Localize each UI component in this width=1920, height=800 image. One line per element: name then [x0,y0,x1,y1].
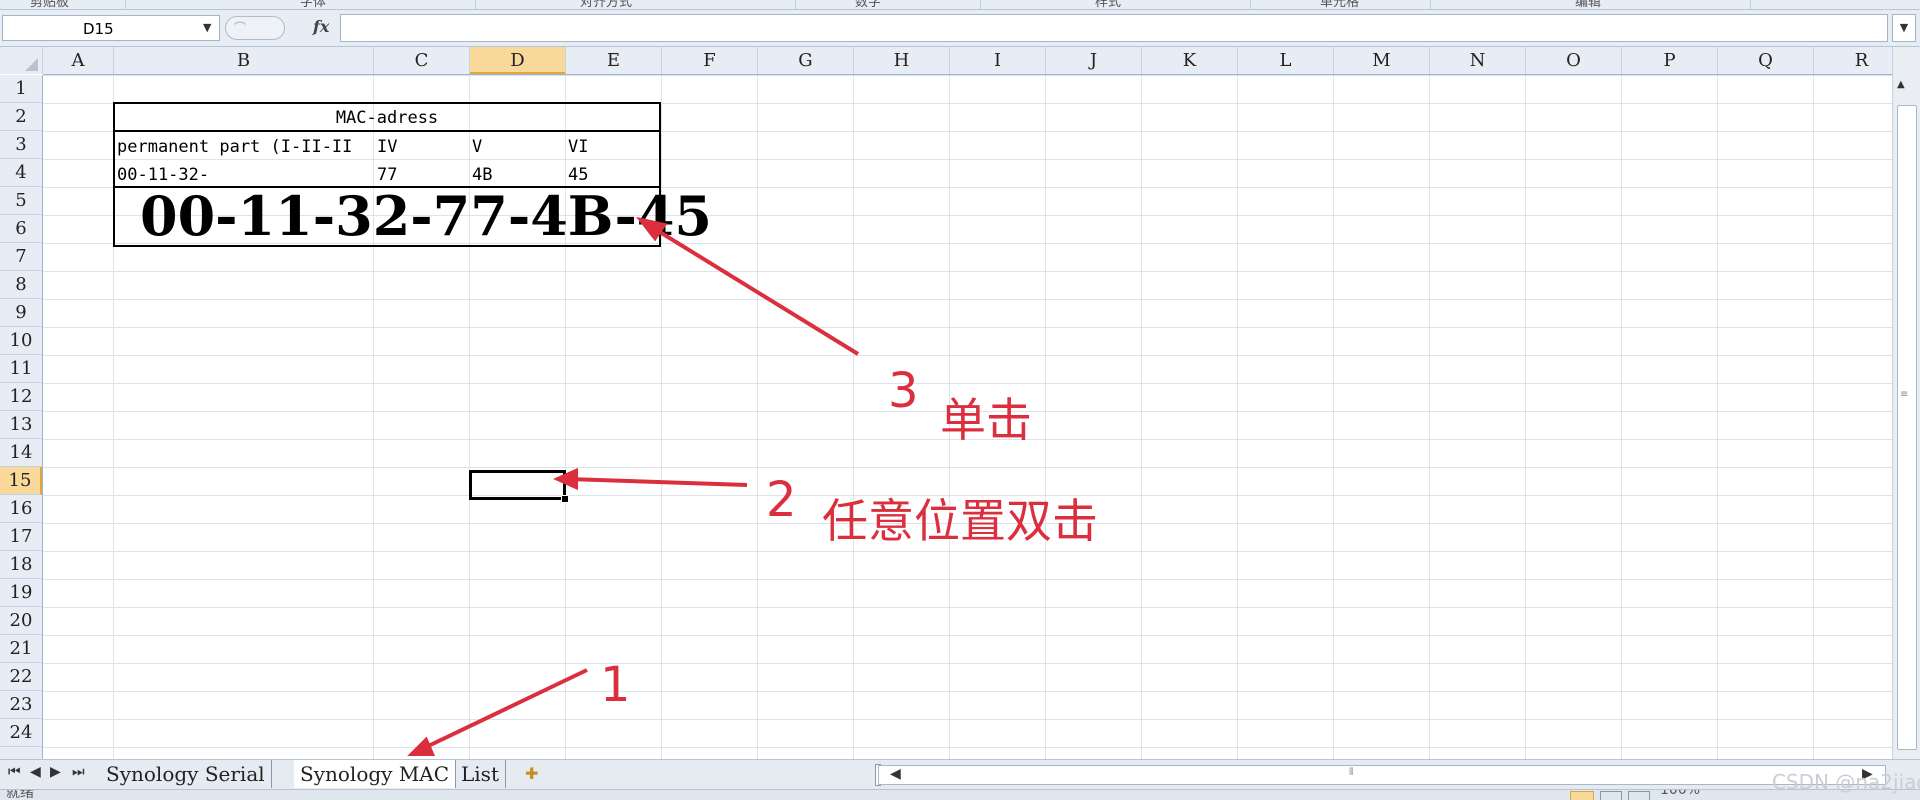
annotation-step1-number: 1 [600,657,631,713]
annotation-step2-number: 2 [766,472,797,528]
arrowhead-step3 [636,216,668,242]
arrowhead-step1 [407,736,436,756]
annotation-step3-number: 3 [888,363,919,419]
arrowhead-step2 [553,467,578,491]
annotation-step3-text: 单击 [940,393,1032,447]
arrow-step1 [421,668,588,751]
watermark: CSDN @na2jiadan [1772,770,1920,794]
arrow-step2 [567,477,748,487]
annotation-step2-text: 任意位置双击 [822,494,1098,548]
arrow-step3 [648,224,860,356]
